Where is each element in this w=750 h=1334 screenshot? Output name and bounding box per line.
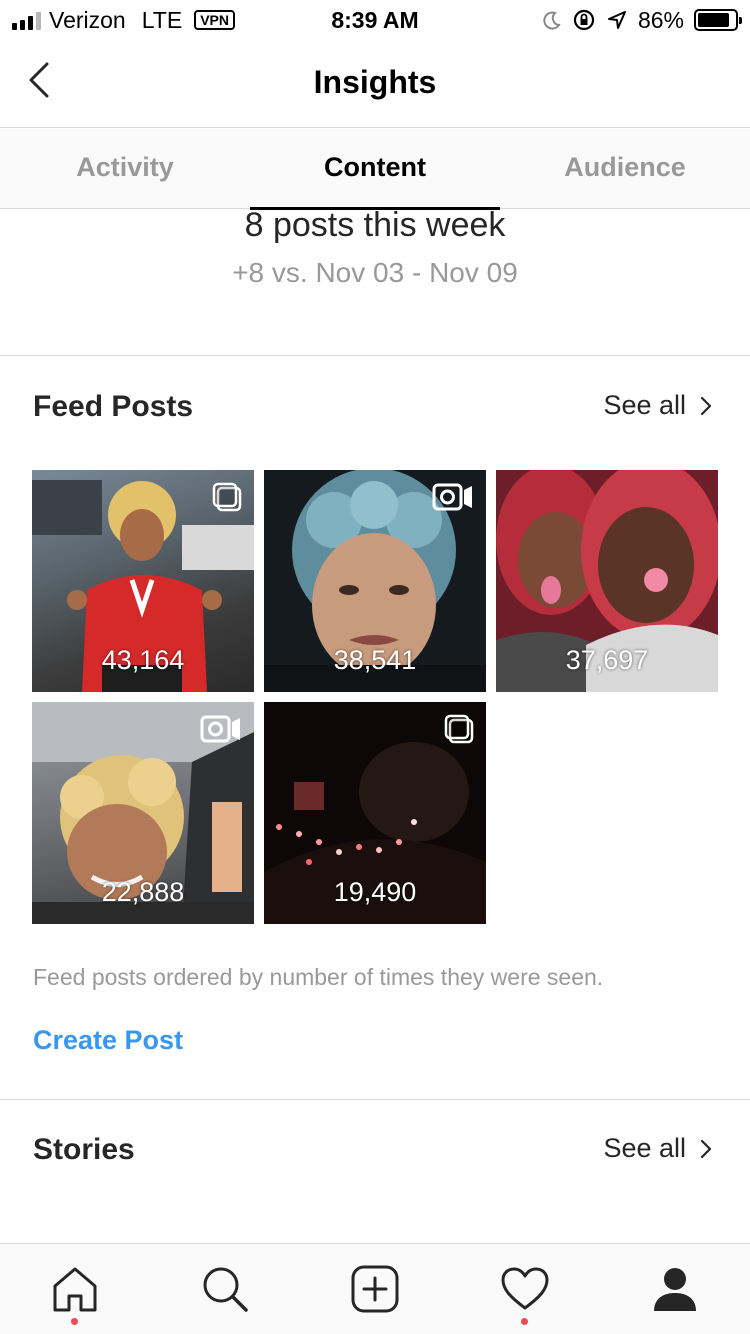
see-all-label: See all: [603, 1133, 686, 1163]
rotation-lock-icon: [573, 9, 595, 31]
feed-post-thumbnail[interactable]: 19,490: [264, 702, 486, 924]
tab-new-post[interactable]: [349, 1263, 401, 1315]
post-impressions: 19,490: [333, 877, 417, 907]
feed-post-thumbnail[interactable]: 43,164: [32, 470, 254, 692]
home-notification-dot: [71, 1318, 78, 1325]
stories-see-all[interactable]: See all: [603, 1133, 712, 1164]
battery-icon: [694, 9, 742, 31]
feed-post-thumbnail[interactable]: 38,541: [264, 470, 486, 692]
carousel-icon: [444, 714, 474, 744]
tab-content[interactable]: Content: [250, 129, 500, 210]
stories-title: Stories: [33, 1133, 135, 1166]
insights-tabs: Activity Content Audience: [0, 129, 750, 210]
battery-percent: 86%: [637, 6, 684, 33]
tab-profile[interactable]: [649, 1263, 701, 1315]
activity-notification-dot: [521, 1318, 528, 1325]
feed-posts-see-all[interactable]: See all: [603, 390, 712, 421]
carousel-icon: [212, 482, 242, 512]
feed-post-thumbnail[interactable]: 22,888: [32, 702, 254, 924]
content-summary: 8 posts this week +8 vs. Nov 03 - Nov 09: [0, 206, 750, 356]
feed-posts-note: Feed posts ordered by number of times th…: [33, 964, 604, 990]
navigation-header: Insights: [0, 40, 750, 128]
page-title: Insights: [313, 64, 437, 100]
see-all-label: See all: [603, 390, 686, 420]
posts-comparison: +8 vs. Nov 03 - Nov 09: [232, 257, 518, 288]
status-bar: Verizon LTE VPN 8:39 AM 86%: [0, 0, 750, 40]
home-icon: [53, 1267, 97, 1312]
chevron-right-icon: [700, 396, 712, 415]
feed-posts-title: Feed Posts: [33, 390, 194, 423]
post-impressions: 38,541: [333, 645, 417, 675]
post-impressions: 37,697: [565, 645, 649, 675]
tab-audience[interactable]: Audience: [500, 129, 750, 208]
profile-icon: [654, 1268, 696, 1311]
chevron-right-icon: [700, 1139, 712, 1158]
section-divider: [0, 1099, 750, 1100]
video-icon: [432, 483, 472, 511]
search-icon: [203, 1267, 248, 1312]
tab-activity[interactable]: [499, 1263, 551, 1315]
tab-search[interactable]: [199, 1263, 251, 1315]
status-right: 86%: [542, 6, 742, 34]
video-icon: [200, 715, 240, 743]
feed-post-thumbnail[interactable]: 37,697: [496, 470, 718, 692]
post-impressions: 43,164: [101, 645, 185, 675]
heart-icon: [501, 1267, 549, 1310]
new-post-icon: [351, 1265, 399, 1313]
posts-count-headline: 8 posts this week: [244, 206, 506, 244]
tab-activity[interactable]: Activity: [0, 129, 250, 208]
moon-icon: [543, 11, 561, 30]
post-impressions: 22,888: [101, 877, 185, 907]
create-post-link[interactable]: Create Post: [33, 1025, 183, 1056]
location-arrow-icon: [607, 11, 626, 29]
tab-home[interactable]: [49, 1263, 101, 1315]
